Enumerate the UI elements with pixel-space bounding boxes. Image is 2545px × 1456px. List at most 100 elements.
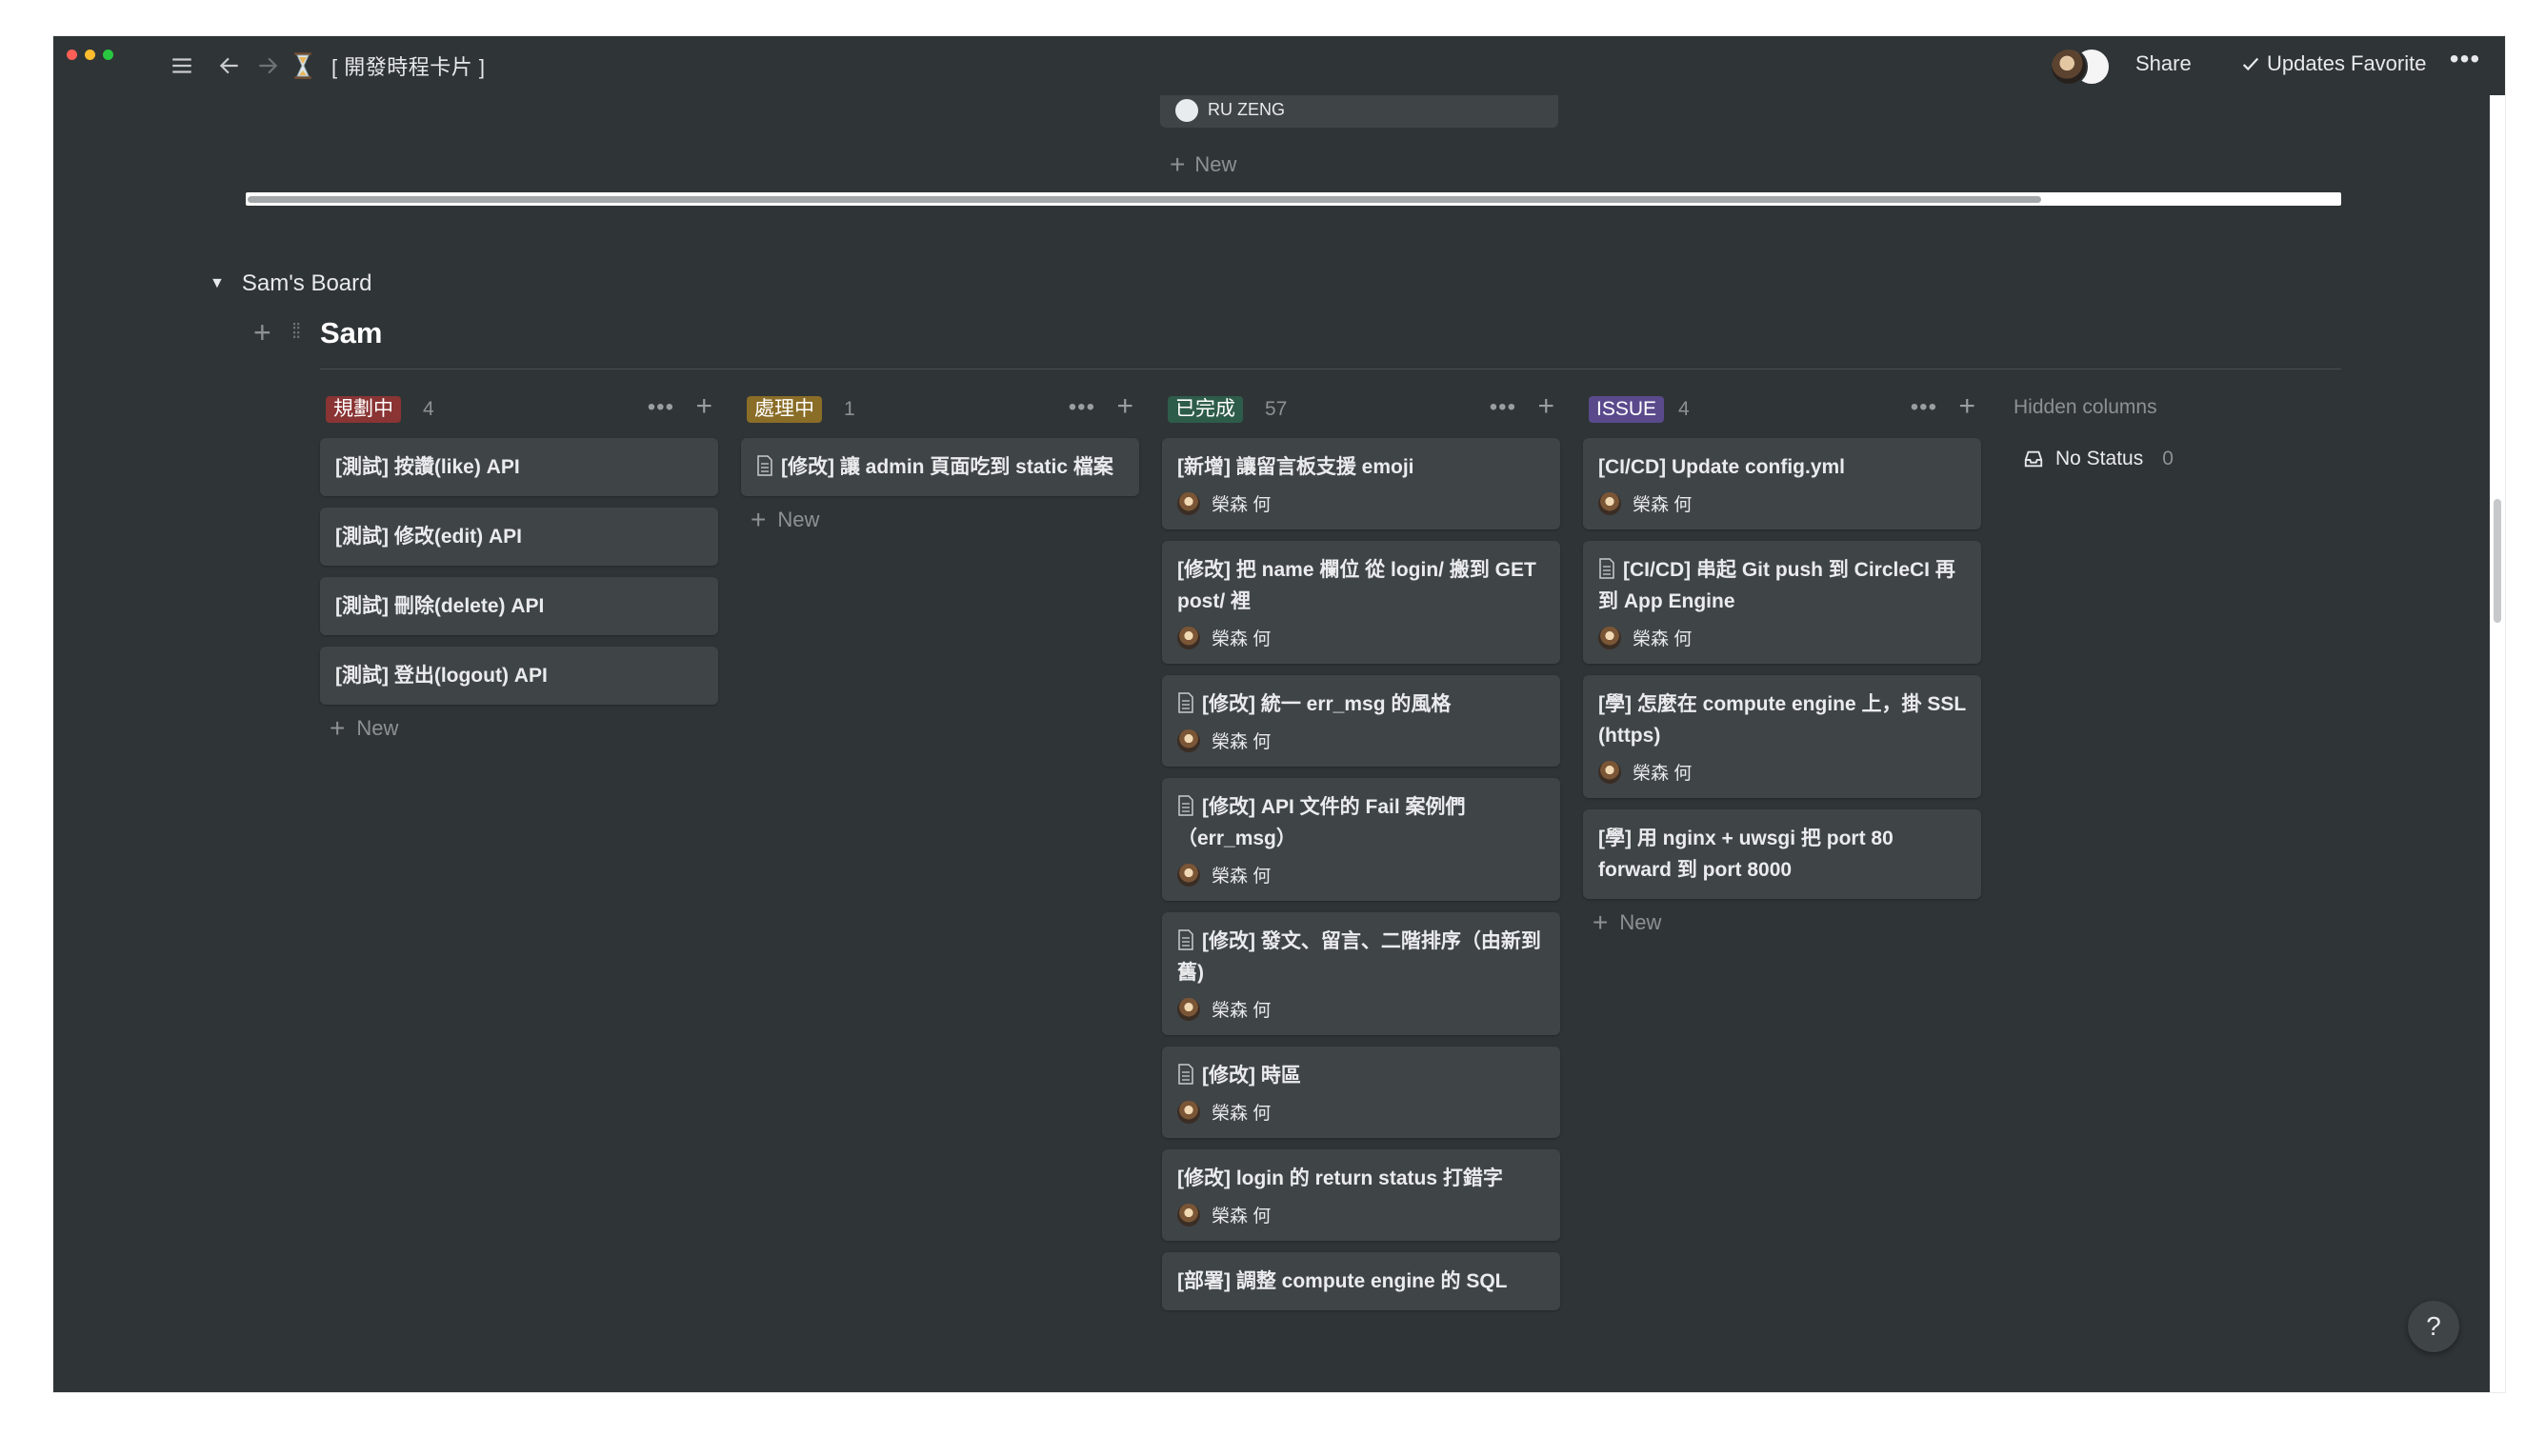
card-person: 榮森 何 bbox=[1598, 759, 1966, 785]
avatar[interactable] bbox=[2050, 48, 2088, 86]
top-bar: [ 開發時程卡片 ] Share Updates Favorite ••• bbox=[53, 36, 2505, 95]
board-card[interactable]: [修改] 讓 admin 頁面吃到 static 檔案 bbox=[741, 438, 1139, 496]
person-name: 榮森 何 bbox=[1212, 867, 1272, 887]
person-name: 榮森 何 bbox=[1212, 629, 1272, 649]
back-arrow-icon[interactable] bbox=[213, 50, 246, 82]
hidden-columns-label: Hidden columns bbox=[2014, 396, 2157, 418]
board-card[interactable]: [新增] 讓留言板支援 emoji 榮森 何 bbox=[1162, 438, 1560, 529]
card-person: 榮森 何 bbox=[1177, 728, 1545, 753]
column-header: ISSUE 4 ••• + bbox=[1583, 390, 1981, 429]
avatar bbox=[1177, 1203, 1200, 1227]
column-count: 57 bbox=[1265, 398, 1288, 420]
card-title-text: [測試] 登出(logout) API bbox=[335, 665, 548, 687]
board-card[interactable]: [部署] 調整 compute engine 的 SQL bbox=[1162, 1252, 1560, 1310]
inbox-icon bbox=[2024, 450, 2043, 468]
window-close-button[interactable] bbox=[67, 50, 77, 60]
card-title-text: [修改] 發文、留言、二階排序（由新到舊) bbox=[1177, 930, 1541, 984]
window-zoom-button[interactable] bbox=[103, 50, 113, 60]
card-title-text: [修改] API 文件的 Fail 案例們（err_msg） bbox=[1177, 796, 1466, 849]
board-card[interactable]: [修改] login 的 return status 打錯字 榮森 何 bbox=[1162, 1149, 1560, 1241]
card-title: [測試] 按讚(like) API bbox=[335, 451, 703, 483]
checkmark-icon bbox=[2242, 57, 2259, 71]
card-title-text: [CI/CD] 串起 Git push 到 CircleCI 再到 App En… bbox=[1598, 559, 1955, 612]
board-card[interactable]: [學] 怎麼在 compute engine 上，掛 SSL (https) 榮森… bbox=[1583, 675, 1981, 798]
board-card[interactable]: [CI/CD] 串起 Git push 到 CircleCI 再到 App En… bbox=[1583, 541, 1981, 664]
status-tag[interactable]: 規劃中 bbox=[326, 396, 401, 423]
card-title: [修改] 時區 bbox=[1177, 1060, 1545, 1091]
board-card[interactable]: [修改] 統一 err_msg 的風格 榮森 何 bbox=[1162, 675, 1560, 767]
board-card[interactable]: [修改] API 文件的 Fail 案例們（err_msg） 榮森 何 bbox=[1162, 778, 1560, 901]
board-toggle[interactable]: ▼ Sam's Board bbox=[210, 270, 371, 297]
board-card[interactable]: [修改] 時區 榮森 何 bbox=[1162, 1047, 1560, 1138]
board-card[interactable]: [測試] 修改(edit) API bbox=[320, 508, 718, 566]
page-title[interactable]: [ 開發時程卡片 ] bbox=[331, 50, 485, 81]
board-column: ISSUE 4 ••• + [CI/CD] Update config.yml 榮森 何[… bbox=[1583, 390, 1981, 936]
status-tag[interactable]: ISSUE bbox=[1589, 396, 1665, 423]
new-label: New bbox=[1619, 910, 1662, 934]
card-title: [學] 用 nginx + uwsgi 把 port 80 forward 到 … bbox=[1598, 823, 1966, 886]
document-icon bbox=[1178, 1064, 1193, 1085]
board-card[interactable]: [測試] 登出(logout) API bbox=[320, 647, 718, 705]
triangle-down-icon: ▼ bbox=[210, 275, 225, 291]
document-icon bbox=[1178, 929, 1193, 950]
card-title-text: [學] 用 nginx + uwsgi 把 port 80 forward 到 … bbox=[1598, 828, 1894, 881]
updates-button[interactable]: Updates bbox=[2240, 51, 2345, 76]
card-person: 榮森 何 bbox=[1177, 862, 1545, 888]
column-header: 處理中 1 ••• + bbox=[741, 390, 1139, 429]
card-title-text: [學] 怎麼在 compute engine 上，掛 SSL (https) bbox=[1598, 693, 1966, 747]
new-card-button[interactable]: + New bbox=[1593, 908, 1981, 937]
board-card[interactable]: [CI/CD] Update config.yml 榮森 何 bbox=[1583, 438, 1981, 529]
card-title-text: [新增] 讓留言板支援 emoji bbox=[1177, 456, 1414, 478]
forward-arrow-icon[interactable] bbox=[251, 50, 284, 82]
board-card[interactable]: [修改] 發文、留言、二階排序（由新到舊) 榮森 何 bbox=[1162, 912, 1560, 1035]
new-card-button[interactable]: + New bbox=[330, 715, 718, 742]
add-block-icon[interactable]: + bbox=[253, 317, 271, 348]
card-title: [測試] 登出(logout) API bbox=[335, 660, 703, 691]
document-icon bbox=[1178, 692, 1193, 713]
column-more-icon[interactable]: ••• bbox=[1069, 395, 1095, 420]
add-card-icon[interactable]: + bbox=[1116, 392, 1133, 421]
card-person: 榮森 何 bbox=[1598, 625, 1966, 650]
avatar bbox=[1177, 626, 1200, 649]
column-more-icon[interactable]: ••• bbox=[1490, 395, 1516, 420]
window-minimize-button[interactable] bbox=[85, 50, 95, 60]
plus-icon: + bbox=[1593, 908, 1609, 937]
column-more-icon[interactable]: ••• bbox=[1911, 395, 1937, 420]
board-column: 已完成 57 ••• + [新增] 讓留言板支援 emoji 榮森 何 [修改] 把 nam… bbox=[1162, 390, 1560, 1310]
favorite-button[interactable]: Favorite bbox=[2351, 51, 2426, 76]
add-card-icon[interactable]: + bbox=[1537, 392, 1554, 421]
vertical-scrollbar-thumb[interactable] bbox=[2494, 499, 2501, 623]
card-title-text: [修改] login 的 return status 打錯字 bbox=[1177, 1167, 1503, 1189]
new-card-button[interactable]: + New bbox=[751, 507, 1139, 533]
hidden-column-no-status[interactable]: No Status 0 bbox=[2023, 448, 2174, 470]
card-title: [修改] login 的 return status 打錯字 bbox=[1177, 1163, 1545, 1194]
vertical-scrollbar[interactable] bbox=[2490, 93, 2505, 1392]
more-options-icon[interactable]: ••• bbox=[2448, 46, 2482, 82]
avatar bbox=[1177, 491, 1200, 515]
sidebar-menu-icon[interactable] bbox=[166, 50, 198, 82]
drag-handle-icon[interactable]: ⁞⁞ bbox=[291, 321, 301, 342]
card-person: 榮森 何 bbox=[1177, 996, 1545, 1022]
card-title-text: [修改] 時區 bbox=[1202, 1065, 1301, 1087]
share-button[interactable]: Share bbox=[2135, 51, 2192, 76]
board-card[interactable]: [修改] 把 name 欄位 從 login/ 搬到 GET post/ 裡榮森… bbox=[1162, 541, 1560, 664]
status-tag[interactable]: 處理中 bbox=[747, 396, 822, 423]
help-button[interactable]: ? bbox=[2408, 1301, 2459, 1352]
new-label: New bbox=[777, 508, 820, 531]
column-more-icon[interactable]: ••• bbox=[648, 395, 674, 420]
card-title-text: [測試] 按讚(like) API bbox=[335, 456, 520, 478]
horizontal-scrollbar-thumb[interactable] bbox=[248, 196, 2041, 203]
new-label: New bbox=[356, 716, 399, 740]
group-title[interactable]: Sam bbox=[320, 316, 382, 350]
card-person: 榮森 何 bbox=[1177, 625, 1545, 650]
person-name: 榮森 何 bbox=[1633, 629, 1693, 649]
board-card[interactable]: RU ZENG bbox=[1160, 91, 1558, 128]
status-tag[interactable]: 已完成 bbox=[1168, 396, 1243, 423]
board-card[interactable]: [測試] 按讚(like) API bbox=[320, 438, 718, 496]
board-card[interactable]: [測試] 刪除(delete) API bbox=[320, 577, 718, 635]
new-card-button[interactable]: + New bbox=[1170, 151, 1236, 178]
add-card-icon[interactable]: + bbox=[695, 392, 712, 421]
add-card-icon[interactable]: + bbox=[1958, 392, 1975, 421]
board-card[interactable]: [學] 用 nginx + uwsgi 把 port 80 forward 到 … bbox=[1583, 809, 1981, 899]
document-icon bbox=[757, 455, 772, 476]
